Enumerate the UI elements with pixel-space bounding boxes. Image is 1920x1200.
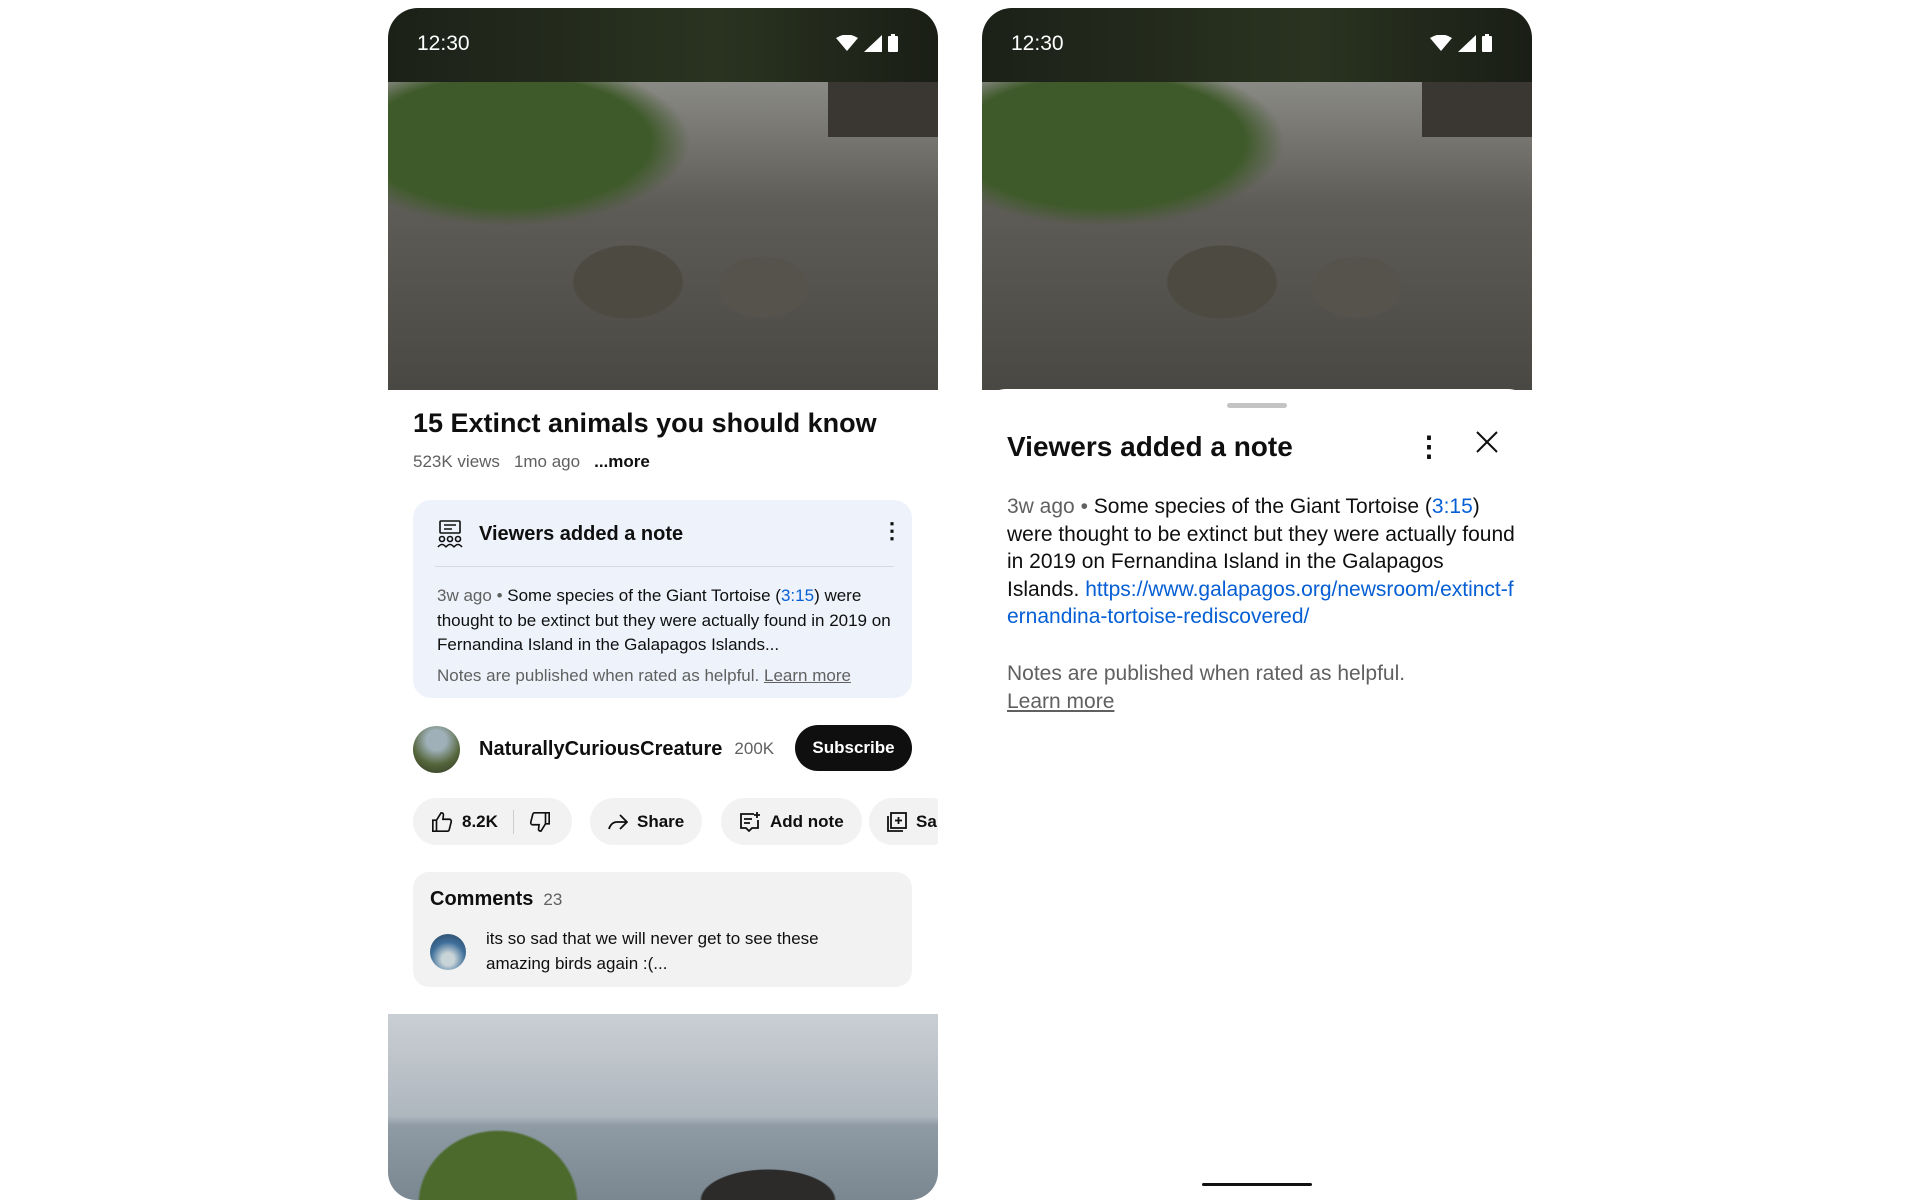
note-bottom-sheet: Viewers added a note ⋮ 3w ago • Some spe… <box>982 389 1532 1200</box>
timestamp-link[interactable]: 3:15 <box>781 586 814 605</box>
channel-avatar[interactable] <box>413 725 460 773</box>
save-button[interactable]: Sa <box>869 798 938 845</box>
share-icon <box>608 813 628 830</box>
channel-row: NaturallyCuriousCreature 200K Subscribe <box>413 725 912 773</box>
commenter-avatar <box>430 934 466 970</box>
thumbs-up-icon[interactable] <box>431 811 453 833</box>
signal-icon <box>864 34 882 52</box>
add-note-icon <box>740 811 760 832</box>
subscribe-button[interactable]: Subscribe <box>795 725 912 771</box>
comments-header: Comments 23 <box>430 888 563 910</box>
status-time: 12:30 <box>417 32 470 55</box>
signal-icon <box>1458 34 1476 52</box>
divider <box>435 566 894 567</box>
status-bar: 12:30 <box>982 8 1532 82</box>
note-card-title: Viewers added a note <box>479 522 684 545</box>
status-time: 12:30 <box>1011 32 1064 55</box>
wifi-icon <box>836 35 858 51</box>
share-button[interactable]: Share <box>590 798 703 845</box>
comments-panel[interactable]: Comments 23 its so sad that we will never… <box>413 872 912 987</box>
divider <box>512 809 514 834</box>
battery-icon <box>888 34 898 52</box>
video-player[interactable] <box>388 82 938 390</box>
action-bar: 8.2K Share Add note Sa <box>413 798 938 845</box>
add-note-button[interactable]: Add note <box>721 798 862 845</box>
subscriber-count: 200K <box>734 739 775 758</box>
upload-age: 1mo ago <box>513 452 581 471</box>
notes-community-icon <box>437 520 463 548</box>
more-options-icon[interactable]: ⋮ <box>881 520 903 542</box>
more-options-icon[interactable]: ⋮ <box>1415 433 1443 461</box>
channel-name[interactable]: NaturallyCuriousCreature <box>479 738 722 761</box>
comment-count: 23 <box>543 890 563 909</box>
learn-more-link[interactable]: Learn more <box>764 666 851 685</box>
note-footer: Notes are published when rated as helpfu… <box>437 666 851 685</box>
status-bar: 12:30 <box>388 8 938 82</box>
note-text: 3w ago • Some species of the Giant Torto… <box>437 586 891 654</box>
gesture-nav-bar[interactable] <box>1202 1183 1312 1186</box>
learn-more-link[interactable]: Learn more <box>1007 690 1114 713</box>
sheet-title: Viewers added a note <box>1007 431 1293 462</box>
phone-note-sheet: 12:30 Viewers added a note ⋮ 3w ago • So… <box>982 8 1532 1200</box>
top-comment: its so sad that we will never get to see… <box>486 929 819 973</box>
note-footer: Notes are published when rated as helpfu… <box>1007 662 1406 713</box>
phone-video-page: 12:30 15 Extinct animals you should know… <box>388 8 938 1200</box>
viewer-note-card[interactable]: Viewers added a note ⋮ 3w ago • Some spe… <box>413 500 912 698</box>
drag-handle[interactable] <box>1227 403 1287 408</box>
video-title: 15 Extinct animals you should know <box>413 408 877 438</box>
next-video-thumbnail[interactable] <box>388 1014 938 1200</box>
like-count[interactable]: 8.2K <box>462 812 498 832</box>
save-playlist-icon <box>887 811 907 832</box>
view-count: 523K views <box>413 452 500 471</box>
thumbs-down-icon[interactable] <box>529 811 551 833</box>
note-text: 3w ago • Some species of the Giant Torto… <box>1007 495 1515 629</box>
more-link[interactable]: ...more <box>594 452 650 472</box>
wifi-icon <box>1430 35 1452 51</box>
like-dislike-pill: 8.2K <box>413 798 572 845</box>
source-link[interactable]: https://www.galapagos.org/newsroom/extin… <box>1007 578 1514 629</box>
battery-icon <box>1482 34 1492 52</box>
video-player[interactable] <box>982 82 1532 390</box>
close-icon[interactable] <box>1475 430 1499 454</box>
timestamp-link[interactable]: 3:15 <box>1432 495 1473 518</box>
video-meta: 523K views 1mo ago ...more <box>413 452 650 472</box>
